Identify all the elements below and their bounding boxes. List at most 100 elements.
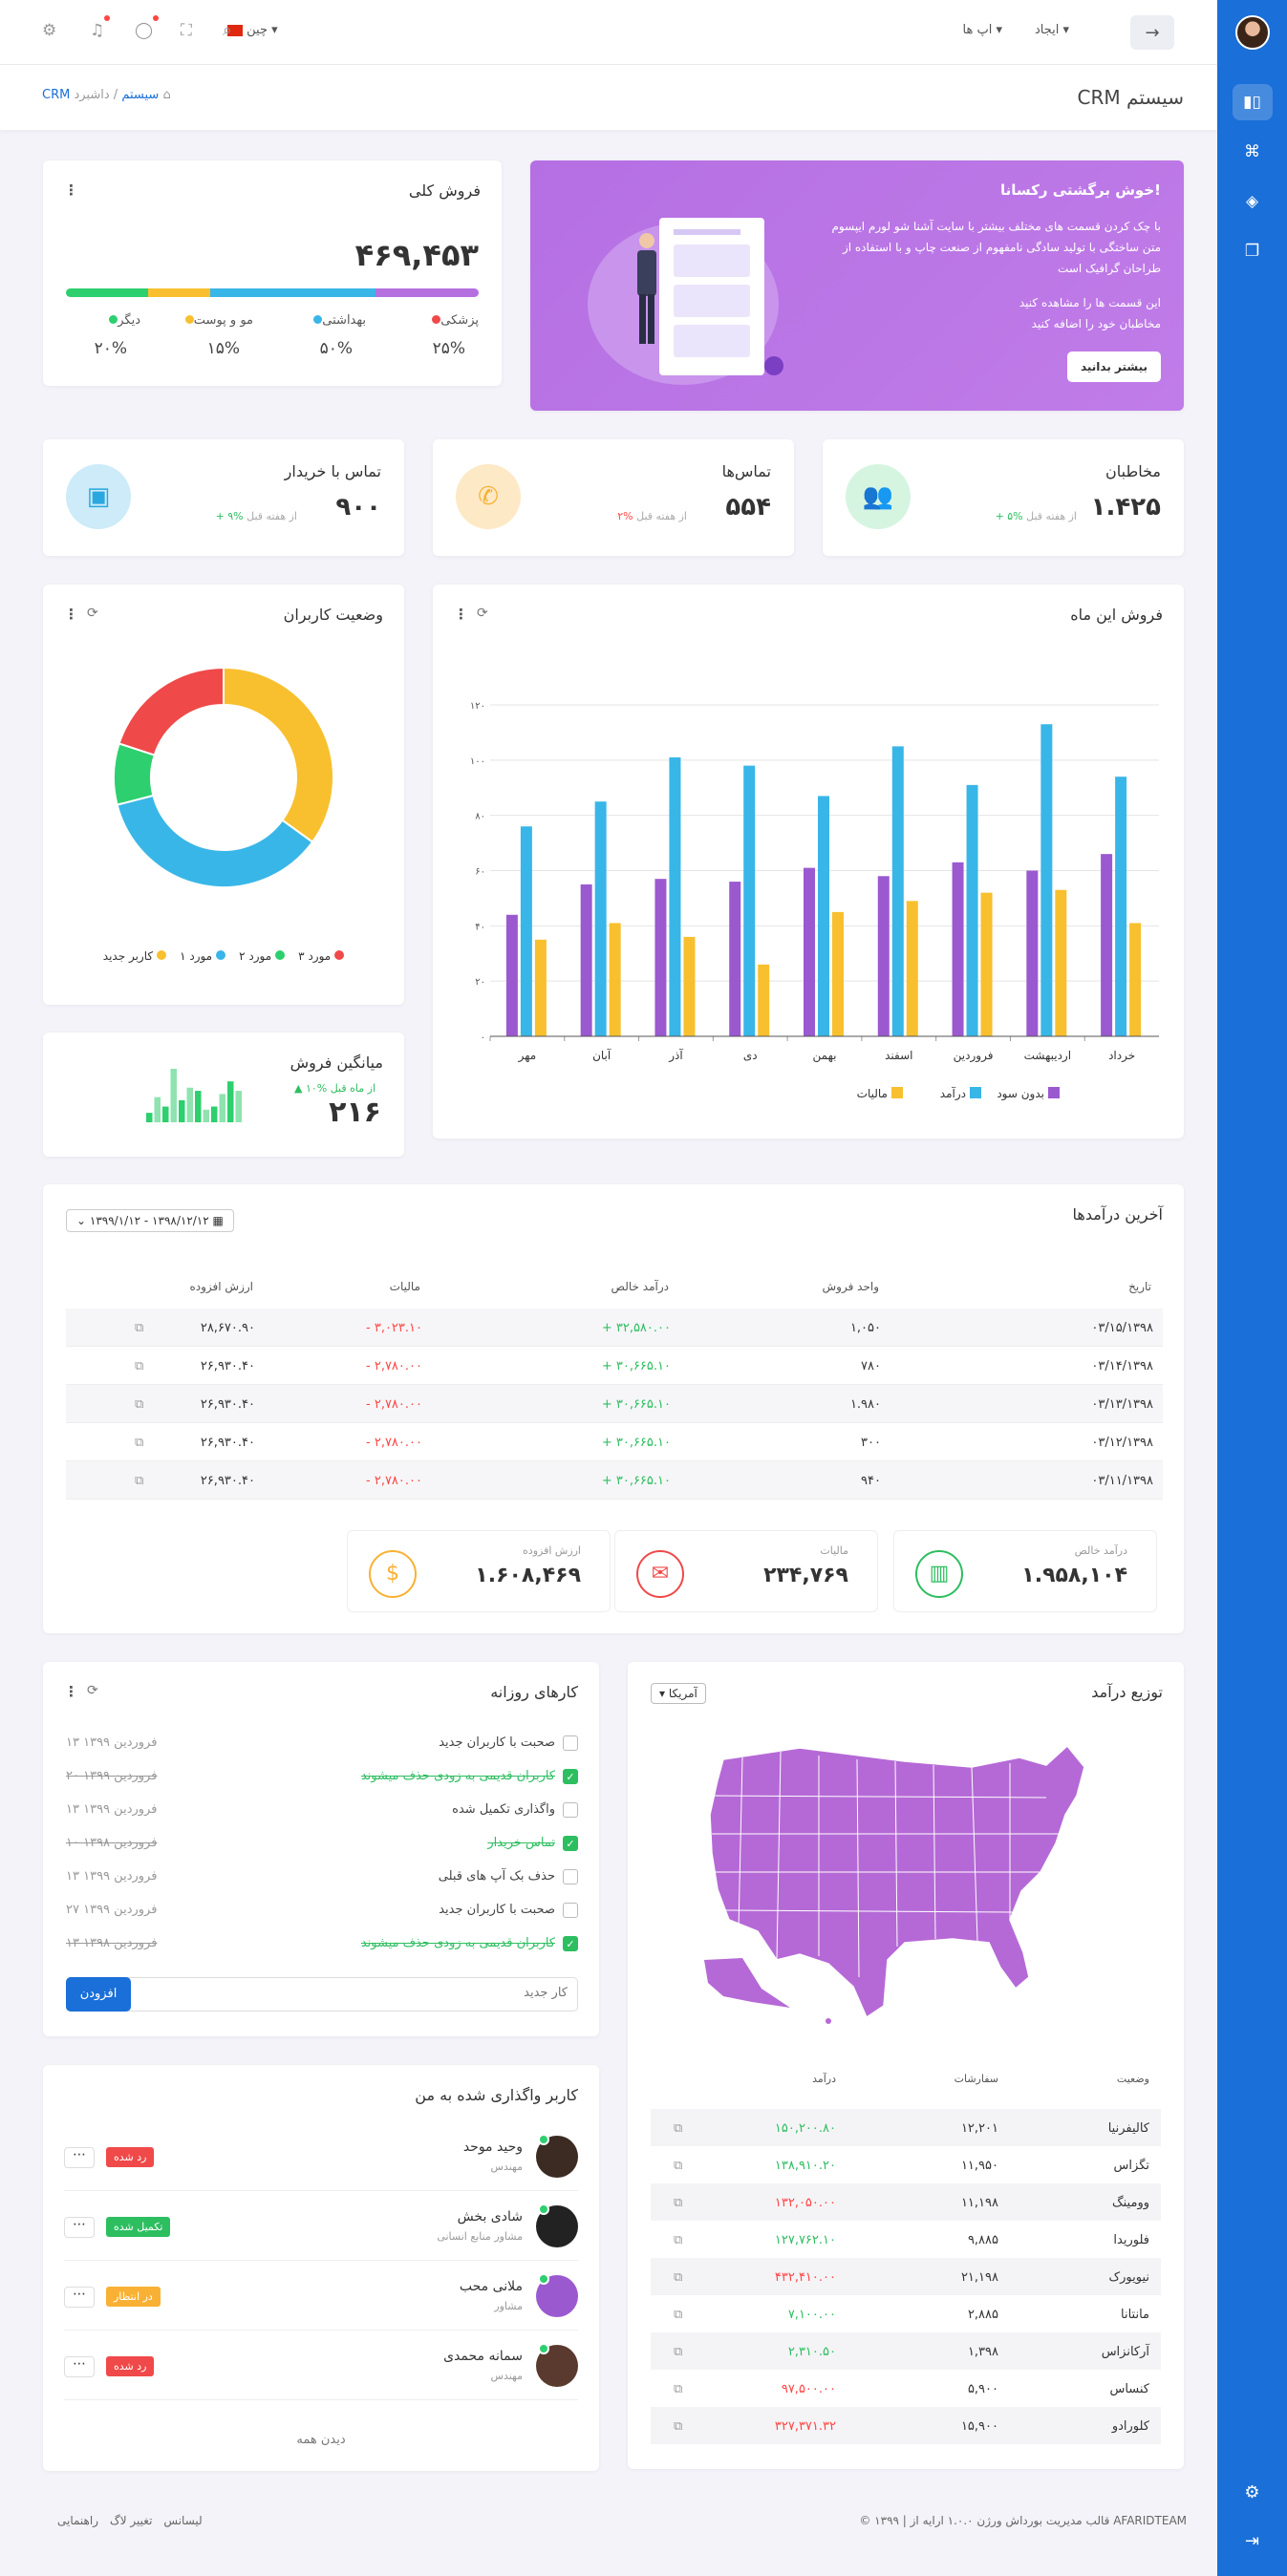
more-icon[interactable]: ⋮ (64, 181, 78, 199)
bar (609, 923, 621, 1036)
task-checkbox[interactable] (563, 1735, 578, 1751)
sales-legend-item: پزشکی ۲۵% (393, 313, 479, 358)
task-checkbox[interactable]: ✓ (563, 1836, 578, 1851)
external-link-icon[interactable]: ⧉ (674, 2159, 682, 2173)
task-checkbox[interactable] (563, 1802, 578, 1818)
external-link-icon[interactable]: ⧉ (674, 2121, 682, 2136)
settings-icon[interactable]: ⚙ (1244, 2482, 1259, 2502)
revenue-amount: ۹۷,۵۰۰.۰۰ (781, 2382, 836, 2396)
country-select[interactable]: ▾ آمریکا (651, 1683, 706, 1704)
online-status-icon (538, 2134, 549, 2145)
task-checkbox[interactable] (563, 1869, 578, 1884)
breadcrumb-home[interactable]: داشبرد (74, 88, 109, 102)
footer-link[interactable]: تغییر لاگ (110, 2514, 152, 2527)
donut-legend-item: مورد ۱ (180, 949, 226, 963)
task-text: تماس خریدار (487, 1836, 555, 1850)
table-row: فلوریدا ۹,۸۸۵ ۱۲۷,۷۶۲.۱۰ ⧉ (651, 2221, 1161, 2258)
footer-link[interactable]: لیسانس (163, 2514, 202, 2527)
mini-bar (219, 1094, 225, 1122)
external-link-icon[interactable]: ⧉ (135, 1474, 143, 1488)
column-header: درآمد خالص (611, 1280, 669, 1293)
language-menu[interactable]: چین ▾ (227, 23, 278, 37)
footer-copyright: © ۱۳۹۹ | قالب مدیریت بورداش ورژن ۱.۰.۰ ا… (859, 2514, 1187, 2527)
avatar[interactable] (536, 2134, 578, 2178)
orders-count: ۲,۸۸۵ (967, 2308, 998, 2322)
new-task-input[interactable] (185, 1986, 568, 2000)
refresh-icon[interactable]: ⟳ (87, 606, 98, 621)
more-options-button[interactable]: ⋯ (64, 2356, 95, 2377)
legend-dot-icon (109, 315, 118, 324)
avatar[interactable] (536, 2343, 578, 2387)
revenue-title: آخرین درآمدها (1072, 1205, 1163, 1224)
welcome-title: خوش برگشتی رکسانا! (1000, 181, 1161, 199)
external-link-icon[interactable]: ⧉ (135, 1436, 143, 1450)
footer-link[interactable]: راهنمایی (57, 2514, 98, 2527)
column-header: تاریخ (1128, 1280, 1151, 1293)
bar (952, 862, 964, 1036)
task-checkbox[interactable] (563, 1903, 578, 1918)
y-tick-label: ۱۰۰ (470, 756, 485, 767)
command-icon[interactable]: ⌘ (1233, 134, 1273, 170)
table-row: تگزاس ۱۱,۹۵۰ ۱۳۸,۹۱۰.۲۰ ⧉ (651, 2146, 1161, 2183)
bar (1101, 854, 1113, 1036)
sales-legend-pct: ۲۰% (94, 339, 127, 358)
user-avatar[interactable] (1234, 15, 1270, 50)
legend-dot-icon (157, 950, 167, 960)
bell-icon[interactable]: ♫ (90, 15, 111, 40)
see-all-link[interactable]: دیدن همه (43, 2433, 599, 2447)
status-badge: تکمیل شده (106, 2217, 171, 2237)
learn-more-button[interactable]: بیشتر بدانید (1066, 351, 1161, 382)
total-sales-value: ۴۶۹,۴۵۳ (354, 237, 479, 273)
more-options-button[interactable]: ⋯ (64, 2147, 95, 2168)
task-checkbox[interactable]: ✓ (563, 1936, 578, 1951)
state-name: آرکانزاس (1101, 2345, 1149, 2359)
stat-card: تماس با خریدار ۹۰۰ + ۹% از هفته قبل ▣ (43, 439, 404, 556)
apps-menu[interactable]: اپ ها ▾ (963, 23, 1002, 37)
external-link-icon[interactable]: ⧉ (135, 1321, 143, 1335)
date-range-picker[interactable]: ⌄ ۱۳۹۹/۱/۱۲ - ۱۳۹۸/۱۲/۱۲ ▦ (66, 1209, 234, 1232)
task-checkbox[interactable]: ✓ (563, 1769, 578, 1784)
sales-legend-item: مو و پوست ۱۵% (167, 313, 253, 358)
table-cell: ۲۶,۹۳۰.۴۰ (200, 1474, 255, 1488)
external-link-icon[interactable]: ⧉ (674, 2270, 682, 2285)
y-tick-label: ۶۰ (475, 867, 485, 878)
external-link-icon[interactable]: ⧉ (135, 1397, 143, 1412)
avatar[interactable] (536, 2203, 578, 2247)
table-cell: ۲۶,۹۳۰.۴۰ (200, 1359, 255, 1373)
search-icon[interactable]: ⌕ (223, 21, 232, 40)
more-options-button[interactable]: ⋯ (64, 2217, 95, 2238)
external-link-icon[interactable]: ⧉ (674, 2382, 682, 2396)
external-link-icon[interactable]: ⧉ (674, 2233, 682, 2247)
more-icon[interactable]: ⋮ (64, 1683, 78, 1700)
external-link-icon[interactable]: ⧉ (135, 1359, 143, 1373)
table-row: کلورادو ۱۵,۹۰۰ ۳۲۷,۳۷۱.۳۲ ⧉ (651, 2407, 1161, 2444)
add-task-button[interactable]: افزودن (66, 1977, 131, 2012)
more-icon[interactable]: ⋮ (64, 606, 78, 623)
logout-icon[interactable]: ⇥ (1245, 2531, 1259, 2551)
fullscreen-icon[interactable]: ⛶ (181, 21, 192, 40)
state-name: کنساس (1109, 2382, 1149, 2396)
orders-count: ۱۱,۱۹۸ (960, 2196, 998, 2210)
y-tick-label: ۰ (481, 1033, 485, 1043)
dashboard-icon[interactable]: ▮▯ (1232, 84, 1273, 120)
summary-label: درآمد خالص (1074, 1544, 1127, 1557)
layers-icon[interactable]: ◈ (1233, 183, 1273, 220)
state-name: کلورادو (1111, 2419, 1149, 2434)
table-cell: - ۲,۷۸۰.۰۰ (366, 1436, 422, 1450)
external-link-icon[interactable]: ⧉ (674, 2196, 682, 2210)
donut-slice (116, 794, 314, 888)
avatar[interactable] (536, 2273, 578, 2317)
external-link-icon[interactable]: ⧉ (674, 2419, 682, 2434)
copy-icon[interactable]: ❐ (1233, 233, 1273, 269)
usa-map (704, 1744, 1085, 2024)
external-link-icon[interactable]: ⧉ (674, 2308, 682, 2322)
chat-icon[interactable]: ◯ (135, 15, 160, 40)
more-options-button[interactable]: ⋯ (64, 2287, 95, 2308)
external-link-icon[interactable]: ⧉ (674, 2345, 682, 2359)
refresh-icon[interactable]: ⟳ (87, 1683, 98, 1698)
settings-icon[interactable]: ⚙ (42, 21, 56, 40)
back-arrow-icon[interactable]: → (1130, 15, 1174, 50)
create-menu[interactable]: ایجاد ▾ (1035, 23, 1069, 37)
avg-sales-title: میانگین فروش (290, 1054, 383, 1072)
orders-count: ۱۲,۲۰۱ (960, 2121, 998, 2136)
